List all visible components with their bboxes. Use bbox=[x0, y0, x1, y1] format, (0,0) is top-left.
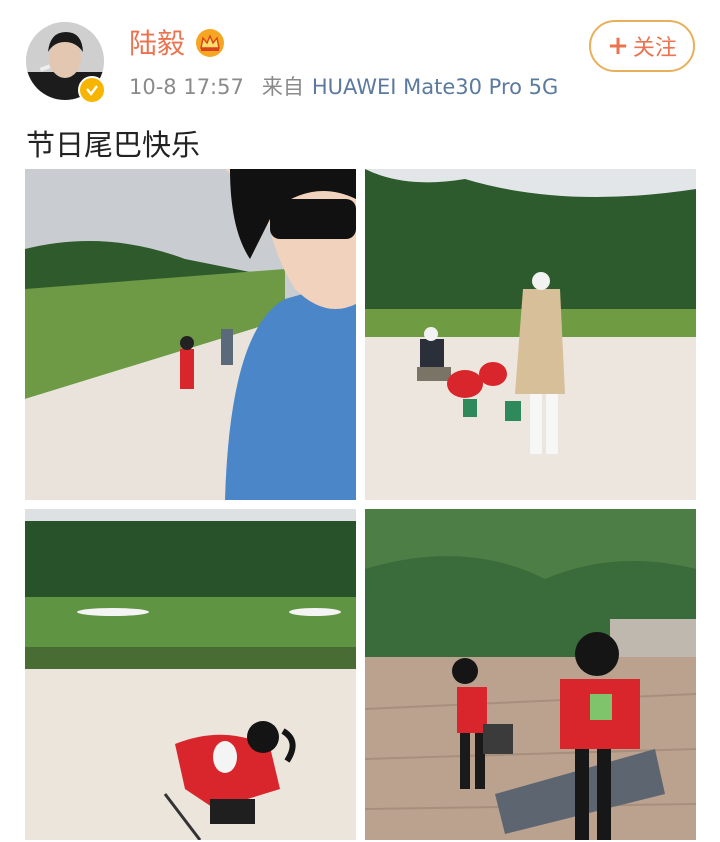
source-device-link[interactable]: HUAWEI Mate30 Pro 5G bbox=[312, 75, 558, 99]
follow-label: 关注 bbox=[632, 36, 677, 61]
golf-bunker-adults-child-photo[interactable] bbox=[365, 169, 696, 500]
source-prefix: 来自 bbox=[261, 75, 304, 99]
username[interactable]: 陆毅 bbox=[129, 26, 185, 62]
post-date: 10-8 17:57 bbox=[129, 75, 244, 99]
post-header: 陆毅 10-8 17:57 来自 HUAWEI Mate30 Pro 5G + 关注 bbox=[0, 0, 720, 120]
verified-badge-icon bbox=[78, 76, 106, 104]
girls-carrying-golf-bags-photo[interactable] bbox=[365, 509, 696, 840]
plus-icon: + bbox=[607, 31, 629, 61]
follow-button[interactable]: + 关注 bbox=[589, 20, 695, 72]
post-text: 节日尾巴快乐 bbox=[26, 128, 201, 162]
crown-icon bbox=[196, 29, 224, 57]
golf-bunker-selfie-photo[interactable] bbox=[25, 169, 356, 500]
post-meta: 10-8 17:57 来自 HUAWEI Mate30 Pro 5G bbox=[129, 72, 558, 102]
child-in-sand-bunker-photo[interactable] bbox=[25, 509, 356, 840]
